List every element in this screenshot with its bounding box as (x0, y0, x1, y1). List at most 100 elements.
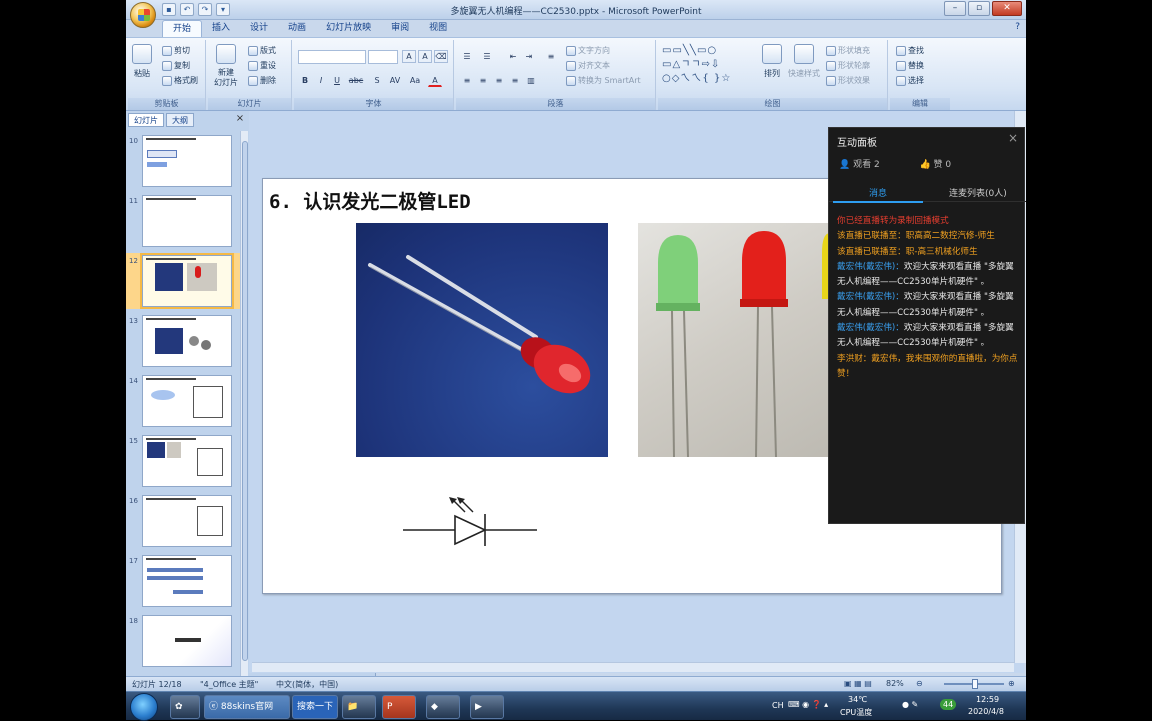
quick-styles-button[interactable]: 快速样式 (788, 44, 820, 79)
thumb-slide-10[interactable] (142, 135, 232, 187)
start-button[interactable] (130, 693, 158, 721)
shapes-gallery-icon[interactable]: ▭▭╲╲▭○ ▭△ㄱㄱ⇨⇩ ○◇ㄟㄟ{ }☆ (662, 44, 758, 88)
align-left-icon[interactable]: ≡ (460, 74, 474, 87)
view-buttons-icon[interactable]: ▣ ▦ ▤ (844, 679, 872, 688)
shadow-button[interactable]: S (370, 74, 384, 87)
video-app-icon[interactable]: ▶ (470, 695, 504, 719)
panel-close-icon[interactable]: × (1008, 131, 1018, 145)
thumb-slide-15[interactable] (142, 435, 232, 487)
bullets-icon[interactable]: ☰ (460, 50, 474, 63)
grow-font-button[interactable]: A (402, 50, 416, 63)
tab-design[interactable]: 设计 (240, 20, 278, 37)
zoom-slider-knob[interactable] (972, 679, 978, 689)
tab-review[interactable]: 审阅 (381, 20, 419, 37)
char-spacing-button[interactable]: AV (386, 74, 404, 87)
tab-slideshow[interactable]: 幻灯片放映 (316, 20, 381, 37)
shrink-font-button[interactable]: A (418, 50, 432, 63)
shape-outline-button[interactable]: 形状轮廓 (826, 60, 870, 71)
shape-fill-button[interactable]: 形状填充 (826, 45, 870, 56)
change-case-button[interactable]: Aa (406, 74, 424, 87)
help-icon[interactable]: ? (1015, 22, 1020, 32)
thumb-slide-14[interactable] (142, 375, 232, 427)
thumb-number: 16 (129, 497, 138, 505)
cut-button[interactable]: 剪切 (162, 45, 190, 56)
delete-slide-button[interactable]: 删除 (248, 75, 276, 86)
justify-icon[interactable]: ≡ (508, 74, 522, 87)
minimize-button[interactable]: – (944, 1, 966, 16)
thumb-slide-17[interactable] (142, 555, 232, 607)
zoom-out-icon[interactable]: ⊖ (916, 679, 923, 688)
tray-icons[interactable]: ⌨ ◉ ❓ ▴ (788, 700, 828, 709)
line-spacing-icon[interactable]: ≡ (544, 50, 558, 63)
tab-mic-list[interactable]: 连麦列表(0人) (949, 186, 1007, 199)
led-photo-blue-background[interactable] (356, 223, 608, 457)
notification-badge[interactable]: 44 (940, 699, 957, 710)
replace-button[interactable]: 替换 (896, 60, 924, 71)
viewers-count: 观看 2 (853, 160, 880, 170)
font-name-combo[interactable] (298, 50, 366, 64)
align-right-icon[interactable]: ≡ (492, 74, 506, 87)
reset-button[interactable]: 重设 (248, 60, 276, 71)
pane-scrollbar[interactable] (240, 131, 248, 676)
folder-icon[interactable]: 📁 (342, 695, 376, 719)
list-item: 戴宏伟(戴宏伟)：欢迎大家来观看直播 "多旋翼无人机编程——CC2530单片机硬… (837, 261, 1014, 288)
brush-icon (162, 75, 172, 86)
taskbar-app-icon[interactable]: ✿ (170, 695, 200, 719)
format-painter-button[interactable]: 格式刷 (162, 75, 198, 86)
list-item: 戴宏伟(戴宏伟)：欢迎大家来观看直播 "多旋翼无人机编程——CC2530单片机硬… (837, 323, 1014, 349)
increase-indent-icon[interactable]: ⇥ (522, 50, 536, 63)
tab-animations[interactable]: 动画 (278, 20, 316, 37)
thumb-slide-16[interactable] (142, 495, 232, 547)
thumb-slide-11[interactable] (142, 195, 232, 247)
tab-slides[interactable]: 幻灯片 (128, 113, 164, 127)
like-icon[interactable]: 👍 (919, 160, 930, 170)
led-circuit-symbol[interactable] (401, 494, 541, 554)
taskbar-search[interactable]: 搜索一下 (292, 695, 338, 719)
align-center-icon[interactable]: ≡ (476, 74, 490, 87)
thumb-slide-13[interactable] (142, 315, 232, 367)
clear-format-icon[interactable]: ⌫ (434, 50, 448, 63)
text-direction-button[interactable]: 文字方向 (566, 45, 610, 56)
input-language[interactable]: CH (772, 701, 784, 710)
font-color-button[interactable]: A (428, 74, 442, 87)
tab-view[interactable]: 视图 (419, 20, 457, 37)
close-button[interactable]: ✕ (992, 1, 1022, 16)
pane-close-icon[interactable]: × (234, 113, 246, 125)
paste-button[interactable]: 粘贴 (132, 44, 152, 79)
copy-button[interactable]: 复制 (162, 60, 190, 71)
powerpoint-icon[interactable]: P (382, 695, 416, 719)
arrange-button[interactable]: 排列 (762, 44, 782, 79)
tab-insert[interactable]: 插入 (202, 20, 240, 37)
font-size-combo[interactable] (368, 50, 398, 64)
tab-messages[interactable]: 消息 (869, 186, 887, 199)
align-text-button[interactable]: 对齐文本 (566, 60, 610, 71)
smartart-button[interactable]: 转换为 SmartArt (566, 75, 641, 86)
maximize-button[interactable]: ▫ (968, 1, 990, 16)
select-button[interactable]: 选择 (896, 75, 924, 86)
led-photo-colored[interactable] (638, 223, 830, 457)
bold-button[interactable]: B (298, 74, 312, 87)
taskbar-browser[interactable]: ⓔ 88skins官网 (204, 695, 290, 719)
pin-app-icon[interactable]: ◆ (426, 695, 460, 719)
underline-button[interactable]: U (330, 74, 344, 87)
shape-effects-button[interactable]: 形状效果 (826, 75, 870, 86)
layout-button[interactable]: 版式 (248, 45, 276, 56)
zoom-percent[interactable]: 82% (886, 679, 904, 688)
tab-home[interactable]: 开始 (162, 20, 203, 37)
horizontal-scrollbar[interactable] (252, 662, 1014, 672)
slide-title[interactable]: 6. 认识发光二极管LED (269, 187, 471, 214)
zoom-in-icon[interactable]: ⊕ (1008, 679, 1015, 688)
thumb-slide-12[interactable] (140, 253, 234, 309)
thumb-slide-18[interactable] (142, 615, 232, 667)
italic-button[interactable]: I (314, 74, 328, 87)
find-button[interactable]: 查找 (896, 45, 924, 56)
office-button[interactable] (130, 2, 156, 28)
decrease-indent-icon[interactable]: ⇤ (506, 50, 520, 63)
clock-time[interactable]: 12:59 (976, 695, 999, 704)
tab-outline[interactable]: 大纲 (166, 113, 194, 127)
strikethrough-button[interactable]: abc (346, 74, 366, 87)
new-slide-button[interactable]: 新建 幻灯片 (214, 44, 238, 88)
columns-icon[interactable]: ▥ (524, 74, 538, 87)
tray-app-icons[interactable]: ● ✎ (902, 700, 918, 709)
numbering-icon[interactable]: ☰ (480, 50, 494, 63)
